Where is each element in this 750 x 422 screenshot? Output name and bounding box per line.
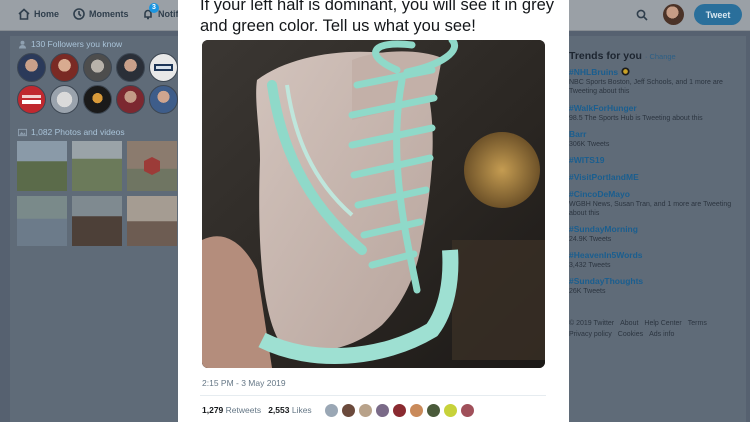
stop-sign-icon xyxy=(144,157,160,175)
tweet-text: If your left half is dominant, you will … xyxy=(200,0,554,35)
moments-icon xyxy=(73,8,85,20)
trend-item[interactable]: #WITS19 xyxy=(569,155,741,166)
followers-you-know-link[interactable]: 130 Followers you know xyxy=(18,39,122,49)
photo-thumbnail[interactable] xyxy=(72,196,122,246)
follower-avatar[interactable] xyxy=(50,53,79,82)
liker-avatar[interactable] xyxy=(341,403,356,418)
trends-panel: Trends for you · Change #NHLBruins NBC S… xyxy=(561,36,746,422)
footer-link-terms[interactable]: Terms xyxy=(688,320,707,327)
news-logo-icon xyxy=(22,95,41,104)
liker-avatar[interactable] xyxy=(460,403,475,418)
trends-title: Trends for you xyxy=(569,50,642,62)
trend-item[interactable]: #SundayThoughts 26K Tweets xyxy=(569,276,741,296)
retweets-count[interactable]: 1,279 xyxy=(202,405,223,415)
trend-name: #WITS19 xyxy=(569,155,605,165)
trend-name: #VisitPortlandME xyxy=(569,172,639,182)
photo-icon xyxy=(18,128,27,136)
followers-heading: 130 Followers you know xyxy=(31,39,123,49)
follower-avatar[interactable] xyxy=(50,85,79,114)
trend-name: #NHLBruins xyxy=(569,67,619,77)
search-icon[interactable] xyxy=(636,9,648,21)
trend-description: 24.9K Tweets xyxy=(569,236,612,243)
trend-item[interactable]: #CincoDeMayo WGBH News, Susan Tran, and … xyxy=(569,189,741,218)
trend-name: #HeavenIn5Words xyxy=(569,250,643,260)
follower-avatar[interactable] xyxy=(83,53,112,82)
shoe-image xyxy=(202,40,545,368)
bruins-emoji-icon xyxy=(620,67,630,76)
left-sidebar: 130 Followers you know 1,082 Photos and … xyxy=(10,36,180,422)
profile-avatar[interactable] xyxy=(663,4,684,25)
liker-avatar[interactable] xyxy=(392,403,407,418)
liker-avatar[interactable] xyxy=(409,403,424,418)
liker-avatar[interactable] xyxy=(358,403,373,418)
follower-avatar[interactable] xyxy=(17,53,46,82)
trend-description: NBC Sports Boston, Jeff Schools, and 1 m… xyxy=(569,79,723,95)
nav-home-label: Home xyxy=(34,9,60,19)
tweet-button[interactable]: Tweet xyxy=(694,4,742,25)
nav-notifications[interactable]: 3 Notif xyxy=(142,3,179,20)
people-icon xyxy=(18,40,27,49)
liker-avatar[interactable] xyxy=(375,403,390,418)
trend-name: #WalkForHunger xyxy=(569,103,637,113)
footer-link-help[interactable]: Help Center xyxy=(644,320,681,327)
trend-item[interactable]: #NHLBruins NBC Sports Boston, Jeff Schoo… xyxy=(569,67,741,96)
trend-name: Barr xyxy=(569,129,587,139)
trend-name: #SundayThoughts xyxy=(569,276,644,286)
nav-home[interactable]: Home xyxy=(18,8,59,20)
trend-description: 98.5 The Sports Hub is Tweeting about th… xyxy=(569,115,703,122)
trend-item[interactable]: Barr 306K Tweets xyxy=(569,129,741,149)
trends-heading: Trends for you · Change xyxy=(569,50,676,62)
photos-heading: 1,082 Photos and videos xyxy=(31,127,125,137)
tweet-timestamp: 2:15 PM - 3 May 2019 xyxy=(202,378,286,388)
nav-moments[interactable]: Moments xyxy=(73,8,129,20)
trend-description: 3,432 Tweets xyxy=(569,262,611,269)
tweet-modal: If your left half is dominant, you will … xyxy=(178,0,569,422)
liker-avatar[interactable] xyxy=(426,403,441,418)
follower-avatar[interactable] xyxy=(149,85,178,114)
mariners-logo-icon xyxy=(154,64,173,71)
mariners-logo-avatar[interactable] xyxy=(149,53,178,82)
footer-links: © 2019 Twitter About Help Center Terms Priv… xyxy=(569,318,741,340)
copyright: © 2019 Twitter xyxy=(569,320,615,327)
follower-avatar[interactable] xyxy=(116,85,145,114)
trend-description: 306K Tweets xyxy=(569,141,610,148)
footer-link-about[interactable]: About xyxy=(620,320,638,327)
liker-avatar[interactable] xyxy=(324,403,339,418)
trend-description: WGBH News, Susan Tran, and 1 more are Tw… xyxy=(569,201,732,217)
trend-item[interactable]: #SundayMorning 24.9K Tweets xyxy=(569,224,741,244)
home-icon xyxy=(18,8,30,20)
lamp-glow xyxy=(464,132,540,208)
follower-avatar[interactable] xyxy=(116,53,145,82)
trends-change-link[interactable]: · Change xyxy=(645,52,676,61)
follower-avatar[interactable] xyxy=(83,85,112,114)
trend-item[interactable]: #WalkForHunger 98.5 The Sports Hub is Tw… xyxy=(569,103,741,123)
retweets-label[interactable]: Retweets xyxy=(226,405,261,415)
likers-avatars xyxy=(324,403,475,418)
news-maine-logo-avatar[interactable] xyxy=(17,85,46,114)
photo-thumbnail[interactable] xyxy=(127,196,177,246)
trend-item[interactable]: #HeavenIn5Words 3,432 Tweets xyxy=(569,250,741,270)
trend-item[interactable]: #VisitPortlandME xyxy=(569,172,741,183)
divider xyxy=(200,395,546,396)
likes-count[interactable]: 2,553 xyxy=(268,405,289,415)
trend-name: #SundayMorning xyxy=(569,224,638,234)
liker-avatar[interactable] xyxy=(443,403,458,418)
likes-label[interactable]: Likes xyxy=(292,405,312,415)
footer-link-cookies[interactable]: Cookies xyxy=(618,331,643,338)
nav-notifications-label: Notif xyxy=(158,9,179,19)
tweet-stats: 1,279 Retweets 2,553 Likes xyxy=(202,405,312,415)
photo-thumbnail[interactable] xyxy=(127,141,177,191)
trend-description: 26K Tweets xyxy=(569,288,606,295)
photo-thumbnail[interactable] xyxy=(17,141,67,191)
photo-thumbnail[interactable] xyxy=(72,141,122,191)
notification-badge: 3 xyxy=(149,3,159,13)
photos-and-videos-link[interactable]: 1,082 Photos and videos xyxy=(18,127,125,137)
footer-link-ads[interactable]: Ads info xyxy=(649,331,674,338)
footer-link-privacy[interactable]: Privacy policy xyxy=(569,331,612,338)
nav-moments-label: Moments xyxy=(89,9,129,19)
trend-name: #CincoDeMayo xyxy=(569,189,630,199)
tweet-photo[interactable] xyxy=(202,40,545,368)
photo-thumbnail[interactable] xyxy=(17,196,67,246)
